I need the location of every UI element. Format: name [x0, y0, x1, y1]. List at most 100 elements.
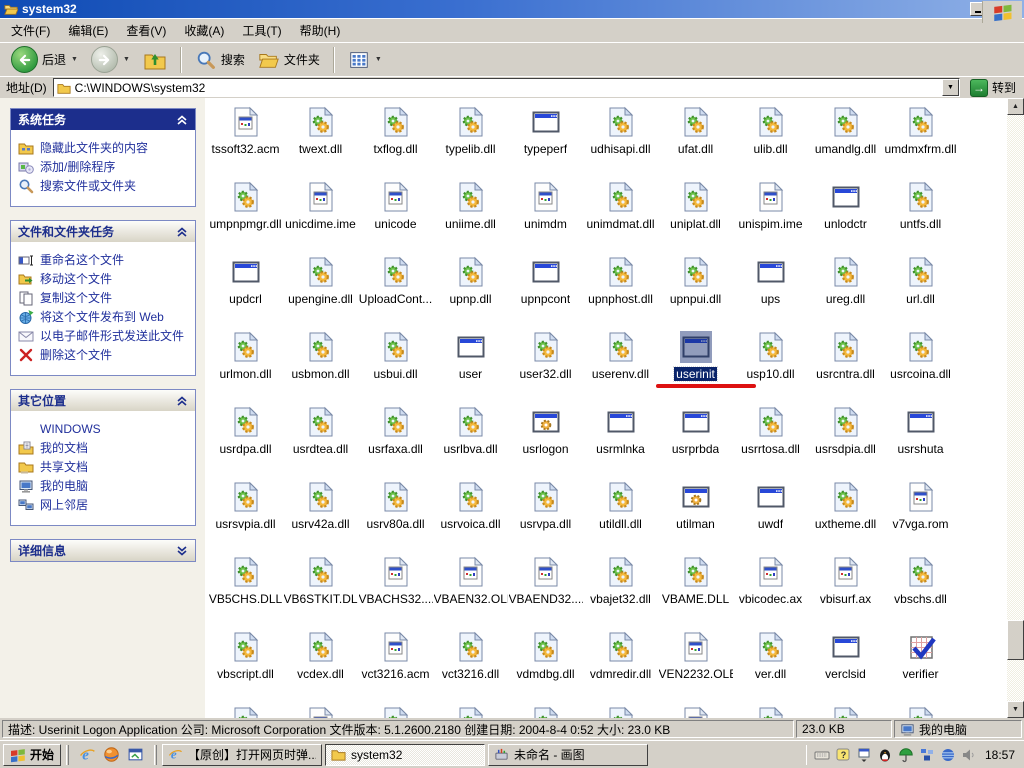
file-item[interactable]: url.dll — [883, 253, 958, 328]
file-item[interactable]: usrcoina.dll — [883, 328, 958, 403]
forward-button[interactable]: ▼ — [86, 43, 135, 76]
file-item[interactable]: urlmon.dll — [208, 328, 283, 403]
qq-tray-icon[interactable] — [877, 747, 893, 763]
file-item[interactable]: usrlogon — [508, 403, 583, 478]
go-button[interactable]: → 转到 — [966, 78, 1020, 98]
task-link[interactable]: 复制这个文件 — [18, 291, 191, 306]
file-item[interactable]: tssoft32.acm — [208, 103, 283, 178]
file-item[interactable]: v7vga.rom — [883, 478, 958, 553]
file-item[interactable]: updcrl — [208, 253, 283, 328]
scroll-down-button[interactable]: ▼ — [1007, 701, 1024, 718]
file-item[interactable]: unimdmat.dll — [583, 178, 658, 253]
file-item[interactable]: uwdf — [733, 478, 808, 553]
task-link[interactable]: 隐藏此文件夹的内容 — [18, 141, 191, 156]
task-link[interactable]: 添加/删除程序 — [18, 160, 191, 175]
menu-item[interactable]: 收藏(A) — [175, 18, 233, 43]
file-item[interactable]: usrfaxa.dll — [358, 403, 433, 478]
menu-item[interactable]: 帮助(H) — [291, 18, 350, 43]
file-item[interactable] — [808, 703, 883, 718]
scrollbar-thumb[interactable] — [1007, 620, 1024, 660]
file-item[interactable]: ureg.dll — [808, 253, 883, 328]
file-item[interactable] — [508, 703, 583, 718]
file-item[interactable]: upengine.dll — [283, 253, 358, 328]
file-item[interactable]: uniplat.dll — [658, 178, 733, 253]
file-item[interactable]: txflog.dll — [358, 103, 433, 178]
file-item[interactable]: utilman — [658, 478, 733, 553]
file-item[interactable]: umdmxfrm.dll — [883, 103, 958, 178]
collapse-chevron-icon[interactable] — [176, 395, 188, 407]
collapse-chevron-icon[interactable] — [176, 226, 188, 238]
file-item[interactable]: VBAME.DLL — [658, 553, 733, 628]
collapse-chevron-icon[interactable] — [176, 114, 188, 126]
file-item[interactable]: usrv42a.dll — [283, 478, 358, 553]
file-item[interactable]: upnpui.dll — [658, 253, 733, 328]
file-item[interactable]: upnpcont — [508, 253, 583, 328]
place-link[interactable]: 共享文档 — [18, 460, 191, 475]
file-item[interactable]: uniime.dll — [433, 178, 508, 253]
details-header[interactable]: 详细信息 — [11, 540, 195, 561]
file-item[interactable]: vcdex.dll — [283, 628, 358, 703]
file-item[interactable]: unlodctr — [808, 178, 883, 253]
task-link[interactable]: 以电子邮件形式发送此文件 — [18, 329, 191, 344]
file-item[interactable]: usrlbva.dll — [433, 403, 508, 478]
file-item[interactable]: vbisurf.ax — [808, 553, 883, 628]
file-item[interactable]: vbajet32.dll — [583, 553, 658, 628]
file-tasks-header[interactable]: 文件和文件夹任务 — [11, 221, 195, 242]
sphere-quicklaunch-icon[interactable] — [103, 746, 120, 763]
start-button[interactable]: 开始 — [3, 744, 61, 766]
file-item[interactable]: ver.dll — [733, 628, 808, 703]
views-dropdown-icon[interactable]: ▼ — [375, 56, 382, 63]
forward-dropdown-icon[interactable]: ▼ — [123, 56, 130, 63]
place-link[interactable]: WINDOWS — [18, 422, 191, 437]
file-item[interactable] — [283, 703, 358, 718]
menu-item[interactable]: 工具(T) — [233, 18, 290, 43]
file-item[interactable]: twext.dll — [283, 103, 358, 178]
file-item[interactable]: vct3216.dll — [433, 628, 508, 703]
file-item[interactable]: usrdpa.dll — [208, 403, 283, 478]
search-button[interactable]: 搜索 — [190, 46, 250, 74]
file-item[interactable]: usrvoica.dll — [433, 478, 508, 553]
scroll-up-button[interactable]: ▲ — [1007, 98, 1024, 115]
file-item[interactable]: vdmdbg.dll — [508, 628, 583, 703]
task-button[interactable]: 【原创】打开网页时弹... — [162, 744, 322, 766]
file-item[interactable]: typelib.dll — [433, 103, 508, 178]
file-item[interactable]: verifier — [883, 628, 958, 703]
file-item[interactable]: vbschs.dll — [883, 553, 958, 628]
back-button[interactable]: 后退 ▼ — [6, 43, 83, 76]
file-item[interactable]: udhisapi.dll — [583, 103, 658, 178]
task-button[interactable]: system32 — [325, 744, 485, 766]
file-item[interactable]: unimdm — [508, 178, 583, 253]
file-item[interactable]: vct3216.acm — [358, 628, 433, 703]
file-item[interactable]: usrsvpia.dll — [208, 478, 283, 553]
file-item[interactable]: usbmon.dll — [283, 328, 358, 403]
file-item[interactable] — [358, 703, 433, 718]
task-link[interactable]: 搜索文件或文件夹 — [18, 179, 191, 194]
file-item[interactable]: vbicodec.ax — [733, 553, 808, 628]
file-item[interactable]: umandlg.dll — [808, 103, 883, 178]
file-item[interactable]: VBAEN32.OLB — [433, 553, 508, 628]
file-item[interactable]: usrshuta — [883, 403, 958, 478]
file-item[interactable]: upnphost.dll — [583, 253, 658, 328]
place-link[interactable]: 我的文档 — [18, 441, 191, 456]
back-dropdown-icon[interactable]: ▼ — [71, 56, 78, 63]
file-item[interactable]: ufat.dll — [658, 103, 733, 178]
task-link[interactable]: 将这个文件发布到 Web — [18, 310, 191, 325]
address-dropdown-button[interactable]: ▼ — [942, 79, 959, 96]
file-item[interactable]: upnp.dll — [433, 253, 508, 328]
file-item[interactable]: VB6STKIT.DLL — [283, 553, 358, 628]
file-item[interactable]: VBAEND32.... — [508, 553, 583, 628]
file-item[interactable] — [733, 703, 808, 718]
task-link[interactable]: 删除这个文件 — [18, 348, 191, 363]
file-item[interactable]: vdmredir.dll — [583, 628, 658, 703]
file-item[interactable]: usrsdpia.dll — [808, 403, 883, 478]
file-item[interactable]: usrprbda — [658, 403, 733, 478]
file-item[interactable]: usrmlnka — [583, 403, 658, 478]
lang-tray-icon[interactable] — [856, 747, 872, 763]
file-item[interactable]: uxtheme.dll — [808, 478, 883, 553]
file-item[interactable]: user — [433, 328, 508, 403]
file-item[interactable]: untfs.dll — [883, 178, 958, 253]
vertical-scrollbar[interactable]: ▲ ▼ — [1007, 98, 1024, 718]
file-item[interactable]: ups — [733, 253, 808, 328]
file-item[interactable] — [883, 703, 958, 718]
file-item[interactable]: usbui.dll — [358, 328, 433, 403]
